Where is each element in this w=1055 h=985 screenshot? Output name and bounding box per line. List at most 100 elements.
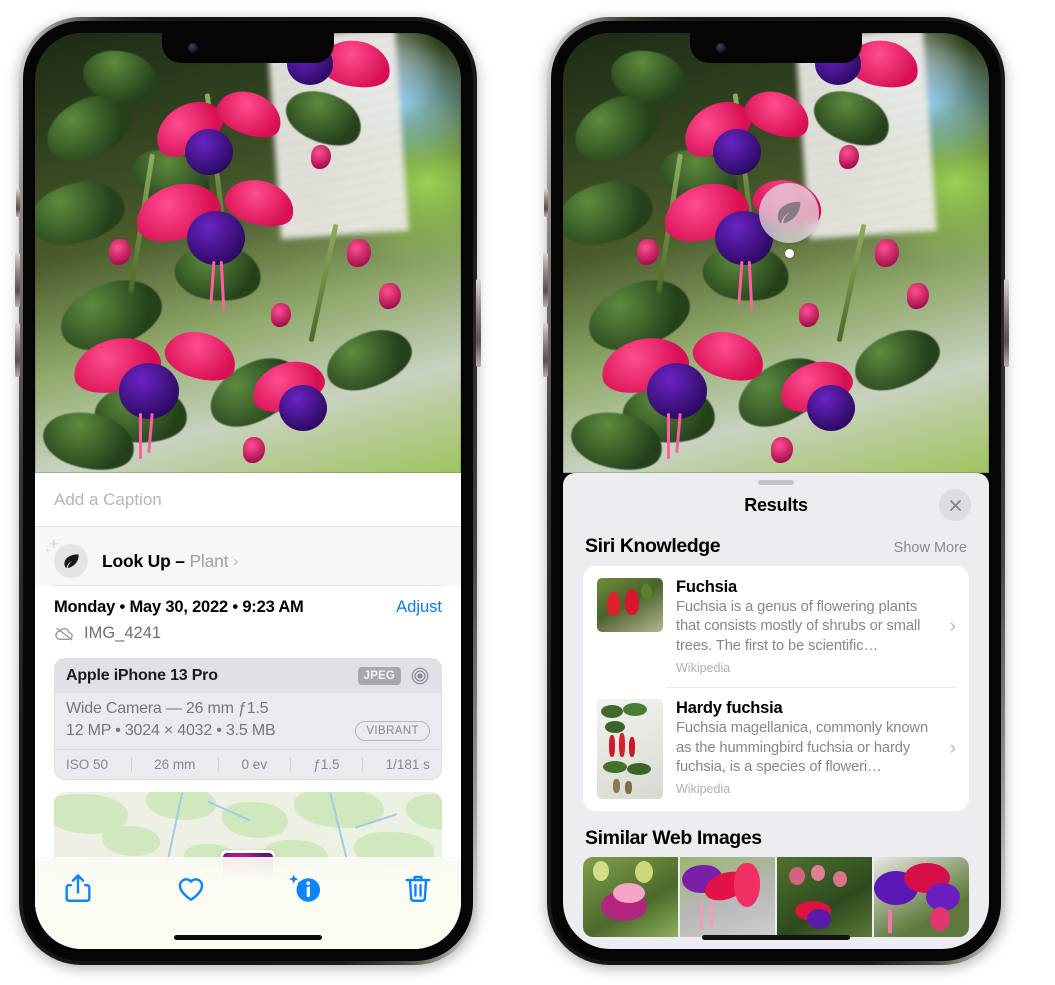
knowledge-title: Hardy fuchsia xyxy=(676,699,783,718)
leaf-icon-circle xyxy=(45,538,88,578)
leaf-icon xyxy=(777,201,801,224)
knowledge-source: Wikipedia xyxy=(676,661,731,676)
metadata-date-row: Monday • May 30, 2022 • 9:23 AM Adjust xyxy=(54,598,442,617)
exif-aperture: ƒ1.5 xyxy=(313,757,340,772)
visual-look-up-badge[interactable] xyxy=(759,183,819,243)
trash-icon[interactable] xyxy=(401,871,435,905)
look-up-label: Look Up – Plant xyxy=(102,550,229,572)
exif-divider xyxy=(289,758,291,771)
siri-knowledge-card: Fuchsia Fuchsia is a genus of flowering … xyxy=(583,566,969,812)
info-sparkle-icon[interactable] xyxy=(288,871,322,905)
camera-specs-line: 12 MP • 3024 × 4032 • 3.5 MB xyxy=(66,722,276,739)
photo-viewer[interactable] xyxy=(563,33,989,473)
results-title: Results xyxy=(744,494,808,515)
exif-divider xyxy=(217,758,219,771)
web-image-thumbnail[interactable] xyxy=(777,857,872,938)
sparkles-icon xyxy=(45,538,59,553)
knowledge-title: Fuchsia xyxy=(676,578,737,596)
camera-info-card[interactable]: Apple iPhone 13 Pro JPEG Wide Camera — 2… xyxy=(54,658,442,780)
knowledge-text: Fuchsia Fuchsia is a genus of flowering … xyxy=(676,578,957,675)
web-image-thumbnail[interactable] xyxy=(680,857,775,938)
look-up-separator: – xyxy=(170,550,190,571)
camera-card-body: Wide Camera — 26 mm ƒ1.5 12 MP • 3024 × … xyxy=(55,693,441,749)
power-button[interactable] xyxy=(476,279,481,367)
silence-switch[interactable] xyxy=(544,189,548,217)
adjust-button[interactable]: Adjust xyxy=(396,598,442,617)
close-button[interactable] xyxy=(939,489,971,521)
show-more-button[interactable]: Show More xyxy=(894,540,967,556)
aperture-icon xyxy=(411,667,429,685)
device-bezel: Results Siri Knowledge Show More Fuchsia… xyxy=(551,21,1001,961)
look-up-text: Look Up xyxy=(102,550,171,571)
front-camera-icon xyxy=(716,43,726,53)
volume-down-button[interactable] xyxy=(543,323,548,377)
leaf-icon xyxy=(63,553,79,568)
camera-lens-line: Wide Camera — 26 mm ƒ1.5 xyxy=(66,700,269,717)
knowledge-source: Wikipedia xyxy=(676,782,731,797)
knowledge-text: Hardy fuchsia Fuchsia magellanica, commo… xyxy=(676,699,957,796)
icloud-slash-icon xyxy=(55,626,73,641)
metadata-block: Monday • May 30, 2022 • 9:23 AM Adjust I… xyxy=(35,586,461,652)
knowledge-thumbnail xyxy=(597,578,663,632)
knowledge-description: Fuchsia magellanica, commonly known as t… xyxy=(676,720,929,776)
knowledge-item[interactable]: Fuchsia Fuchsia is a genus of flowering … xyxy=(583,566,969,687)
exif-divider xyxy=(130,758,132,771)
knowledge-description: Fuchsia is a genus of flowering plants t… xyxy=(676,599,921,654)
left-screen: Add a Caption Look Up – Plant › Monday •… xyxy=(35,33,461,949)
photo-toolbar xyxy=(35,857,461,949)
home-indicator[interactable] xyxy=(174,935,322,940)
camera-device-name: Apple iPhone 13 Pro xyxy=(66,667,218,684)
format-badge: JPEG xyxy=(357,667,401,685)
volume-up-button[interactable] xyxy=(15,253,20,307)
volume-up-button[interactable] xyxy=(543,253,548,307)
device-notch xyxy=(690,33,862,63)
device-bezel: Add a Caption Look Up – Plant › Monday •… xyxy=(23,21,473,961)
knowledge-thumbnail xyxy=(597,699,663,800)
siri-knowledge-header: Siri Knowledge Show More xyxy=(563,525,989,566)
home-indicator[interactable] xyxy=(702,935,850,940)
exif-iso: ISO 50 xyxy=(66,757,109,772)
similar-web-images-strip[interactable] xyxy=(583,857,969,938)
camera-card-header: Apple iPhone 13 Pro JPEG xyxy=(55,659,441,693)
right-screen: Results Siri Knowledge Show More Fuchsia… xyxy=(563,33,989,949)
share-icon[interactable] xyxy=(61,871,95,905)
similar-web-images-header: Similar Web Images xyxy=(563,811,989,857)
results-header: Results xyxy=(563,485,989,525)
front-camera-icon xyxy=(188,43,198,53)
caption-input[interactable]: Add a Caption xyxy=(54,490,162,510)
exif-focal: 26 mm xyxy=(154,757,196,772)
close-icon xyxy=(949,499,961,511)
look-up-subject: Plant xyxy=(189,550,229,571)
camera-specs-row: 12 MP • 3024 × 4032 • 3.5 MB VIBRANT xyxy=(66,721,430,741)
iphone-right-device: Results Siri Knowledge Show More Fuchsia… xyxy=(543,17,1009,965)
device-notch xyxy=(162,33,334,63)
knowledge-item[interactable]: Hardy fuchsia Fuchsia magellanica, commo… xyxy=(583,687,969,811)
photo-info-sheet: Add a Caption Look Up – Plant › Monday •… xyxy=(35,473,461,949)
chevron-right-icon: › xyxy=(949,738,956,760)
results-panel: Results Siri Knowledge Show More Fuchsia… xyxy=(563,473,989,949)
exif-ev: 0 ev xyxy=(241,757,268,772)
photo-date: Monday • May 30, 2022 • 9:23 AM xyxy=(54,598,304,616)
power-button[interactable] xyxy=(1004,279,1009,367)
web-image-thumbnail[interactable] xyxy=(874,857,969,938)
exif-shutter: 1/181 s xyxy=(385,757,430,772)
caption-row[interactable]: Add a Caption xyxy=(35,473,461,527)
chevron-right-icon: › xyxy=(233,552,239,570)
lookup-block: Look Up – Plant › xyxy=(35,527,461,586)
look-up-row[interactable]: Look Up – Plant › xyxy=(45,537,442,585)
exif-divider xyxy=(362,758,364,771)
chevron-right-icon: › xyxy=(949,615,956,637)
camera-badges: JPEG xyxy=(357,666,430,686)
silence-switch[interactable] xyxy=(16,189,20,217)
siri-knowledge-title: Siri Knowledge xyxy=(585,535,721,557)
photographic-style-badge: VIBRANT xyxy=(355,721,430,741)
heart-icon[interactable] xyxy=(174,871,208,905)
volume-down-button[interactable] xyxy=(15,323,20,377)
similar-web-images-title: Similar Web Images xyxy=(585,827,762,850)
photo-filename: IMG_4241 xyxy=(84,624,162,642)
photo-viewer[interactable] xyxy=(35,33,461,473)
iphone-left-device: Add a Caption Look Up – Plant › Monday •… xyxy=(15,17,481,965)
web-image-thumbnail[interactable] xyxy=(583,857,678,938)
visual-look-up-anchor-dot xyxy=(785,249,794,258)
metadata-file-row: IMG_4241 xyxy=(54,624,442,643)
